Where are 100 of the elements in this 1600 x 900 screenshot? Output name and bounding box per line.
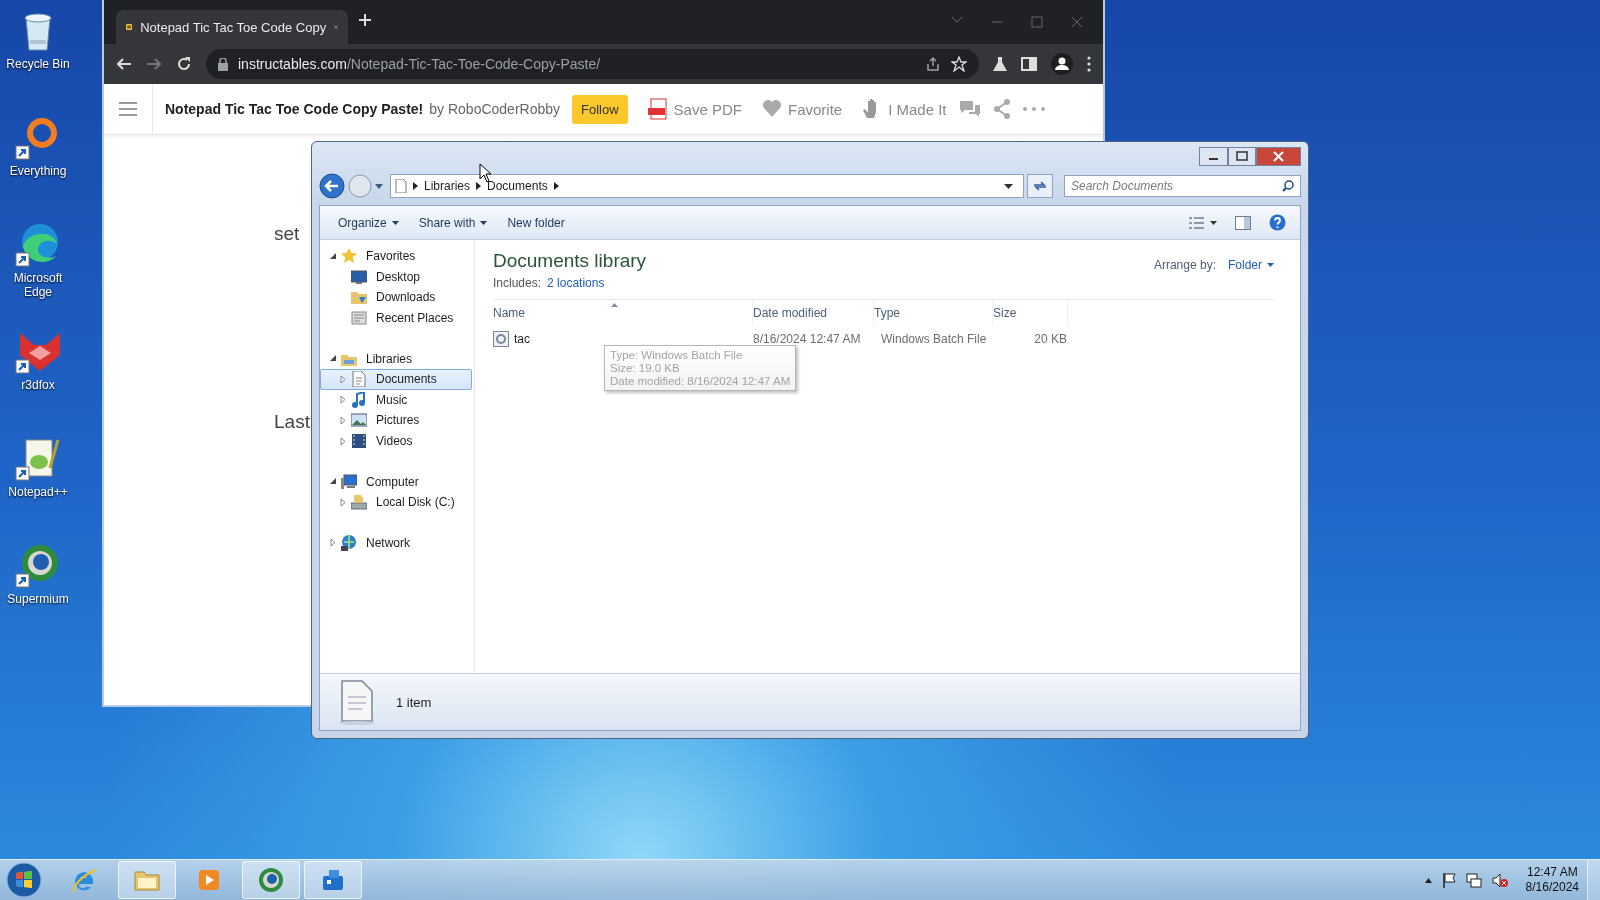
- column-header[interactable]: Type: [874, 300, 993, 326]
- help-icon[interactable]: [1269, 214, 1286, 231]
- nav-item[interactable]: Network: [320, 532, 472, 554]
- network-icon: [341, 534, 357, 551]
- menu-icon[interactable]: [119, 102, 137, 116]
- minimize-icon[interactable]: [1199, 147, 1228, 166]
- expand-arrow-icon[interactable]: [330, 538, 336, 548]
- nav-item[interactable]: Recent Places: [320, 307, 472, 329]
- chevron-right-icon[interactable]: [476, 182, 482, 190]
- column-header[interactable]: Date modified: [753, 300, 874, 326]
- more-icon[interactable]: [1087, 56, 1091, 72]
- browser-tab[interactable]: Notepad Tic Tac Toe Code Copy: [116, 10, 348, 44]
- address-path: /Notepad-Tic-Tac-Toe-Code-Copy-Paste/: [346, 56, 601, 72]
- search-placeholder: Search Documents: [1071, 179, 1174, 193]
- clock[interactable]: 12:47 AM 8/16/2024: [1525, 865, 1579, 895]
- article-title: Notepad Tic Tac Toe Code Copy Paste!: [165, 101, 424, 117]
- expand-arrow-icon[interactable]: [340, 415, 346, 425]
- star-icon: [341, 248, 357, 265]
- taskbar-button[interactable]: [242, 861, 300, 899]
- refresh-icon: [1033, 180, 1047, 192]
- nav-item[interactable]: Libraries: [320, 348, 472, 369]
- action-button[interactable]: I Made It: [862, 98, 947, 120]
- back-icon[interactable]: [116, 56, 132, 72]
- dropdown-arrow-icon[interactable]: [1004, 183, 1013, 189]
- address-bar[interactable]: instructables.com/Notepad-Tic-Tac-Toe-Code-Copy-Paste/: [206, 49, 979, 79]
- breadcrumb-item[interactable]: Documents: [487, 179, 548, 193]
- preview-pane-icon[interactable]: [1235, 215, 1251, 230]
- reload-icon[interactable]: [176, 56, 192, 72]
- collapse-arrow-icon[interactable]: [329, 252, 337, 260]
- nav-item[interactable]: Desktop: [320, 266, 472, 288]
- body-text: set: [274, 223, 300, 245]
- share-icon[interactable]: [925, 56, 941, 72]
- table-cell-text: Windows Batch File: [881, 332, 988, 346]
- nav-item[interactable]: Music: [320, 389, 472, 411]
- music-note-icon: [351, 391, 367, 408]
- nav-item[interactable]: Downloads: [320, 287, 472, 308]
- nav-item[interactable]: Computer: [320, 471, 472, 492]
- tooltip-text: Date modified: 8/16/2024 12:47 AM: [610, 375, 791, 387]
- network-icon[interactable]: [1465, 872, 1482, 888]
- expand-arrow-icon[interactable]: [340, 395, 346, 405]
- nav-item[interactable]: Videos: [320, 430, 472, 452]
- shortcut-label[interactable]: Microsoft Edge: [0, 271, 76, 299]
- chevron-right-icon[interactable]: [413, 182, 418, 190]
- follow-button[interactable]: Follow: [572, 94, 628, 124]
- shortcut-label[interactable]: Recycle Bin: [6, 57, 70, 71]
- chevron-down-icon[interactable]: [951, 16, 963, 24]
- flask-icon[interactable]: [993, 56, 1007, 72]
- document-icon: [395, 179, 407, 193]
- expand-arrow-icon[interactable]: [340, 497, 346, 507]
- disk-drive-icon: [351, 494, 367, 511]
- expand-arrow-icon[interactable]: [340, 374, 346, 384]
- recent-places-icon: [351, 310, 367, 327]
- breadcrumb-item[interactable]: Libraries: [424, 179, 471, 193]
- flag-icon[interactable]: [1441, 872, 1456, 888]
- nav-item[interactable]: Local Disk (C:): [320, 491, 472, 513]
- shortcut-label[interactable]: Notepad++: [8, 485, 68, 499]
- sort-arrow-icon: [611, 303, 618, 307]
- toolbar-button[interactable]: Organize: [330, 211, 407, 234]
- search-field[interactable]: Search Documents: [1064, 175, 1301, 197]
- close-icon[interactable]: [1071, 16, 1083, 28]
- show-hidden-icons-icon[interactable]: [1424, 877, 1432, 883]
- expand-arrow-icon[interactable]: [340, 436, 346, 446]
- nav-item[interactable]: Favorites: [320, 246, 472, 267]
- shortcut-label[interactable]: Supermium: [7, 592, 69, 606]
- toolbar-button[interactable]: New folder: [499, 211, 573, 234]
- dropdown-arrow-icon: [391, 220, 399, 225]
- chevron-right-icon[interactable]: [553, 182, 559, 190]
- shortcut-label[interactable]: Everything: [9, 164, 67, 178]
- new-tab-icon[interactable]: [358, 13, 372, 27]
- close-icon[interactable]: [334, 22, 338, 32]
- column-header[interactable]: Size: [993, 300, 1068, 326]
- forward-icon[interactable]: [146, 56, 162, 72]
- history-dropdown-icon[interactable]: [375, 183, 383, 189]
- batch-file-icon: [493, 331, 509, 347]
- action-button[interactable]: Save PDF: [647, 98, 742, 120]
- view-options-icon[interactable]: [1189, 216, 1204, 229]
- status-text: 1 item: [396, 694, 432, 710]
- action-button[interactable]: Favorite: [761, 98, 843, 120]
- start-button-icon[interactable]: [6, 862, 42, 898]
- refresh-button[interactable]: [1027, 174, 1053, 198]
- side-panel-icon[interactable]: [1021, 56, 1037, 72]
- close-icon[interactable]: [1256, 147, 1301, 166]
- nav-item[interactable]: Documents: [320, 368, 472, 390]
- locations-link[interactable]: 2 locations: [547, 276, 605, 290]
- toolbar-button[interactable]: Share with: [410, 211, 496, 234]
- file-row[interactable]: tac 8/16/2024 12:47 AM Windows Batch File 20 KB: [493, 328, 1274, 350]
- speaker-muted-icon[interactable]: [1491, 872, 1508, 888]
- arrange-dropdown[interactable]: Folder: [1228, 258, 1274, 272]
- taskbar-button[interactable]: [304, 861, 362, 899]
- star-icon[interactable]: [951, 56, 967, 72]
- back-icon[interactable]: [319, 173, 345, 199]
- nav-item[interactable]: Pictures: [320, 410, 472, 431]
- tooltip-text: Size: 19.0 KB: [610, 362, 681, 374]
- collapse-arrow-icon[interactable]: [329, 355, 337, 363]
- dropdown-arrow-icon[interactable]: [1210, 220, 1217, 225]
- shortcut-label[interactable]: r3dfox: [21, 378, 55, 392]
- profile-icon[interactable]: [1051, 53, 1073, 75]
- collapse-arrow-icon[interactable]: [329, 478, 337, 486]
- maximize-icon[interactable]: [1228, 147, 1256, 166]
- address-bar[interactable]: Libraries Documents: [390, 174, 1024, 198]
